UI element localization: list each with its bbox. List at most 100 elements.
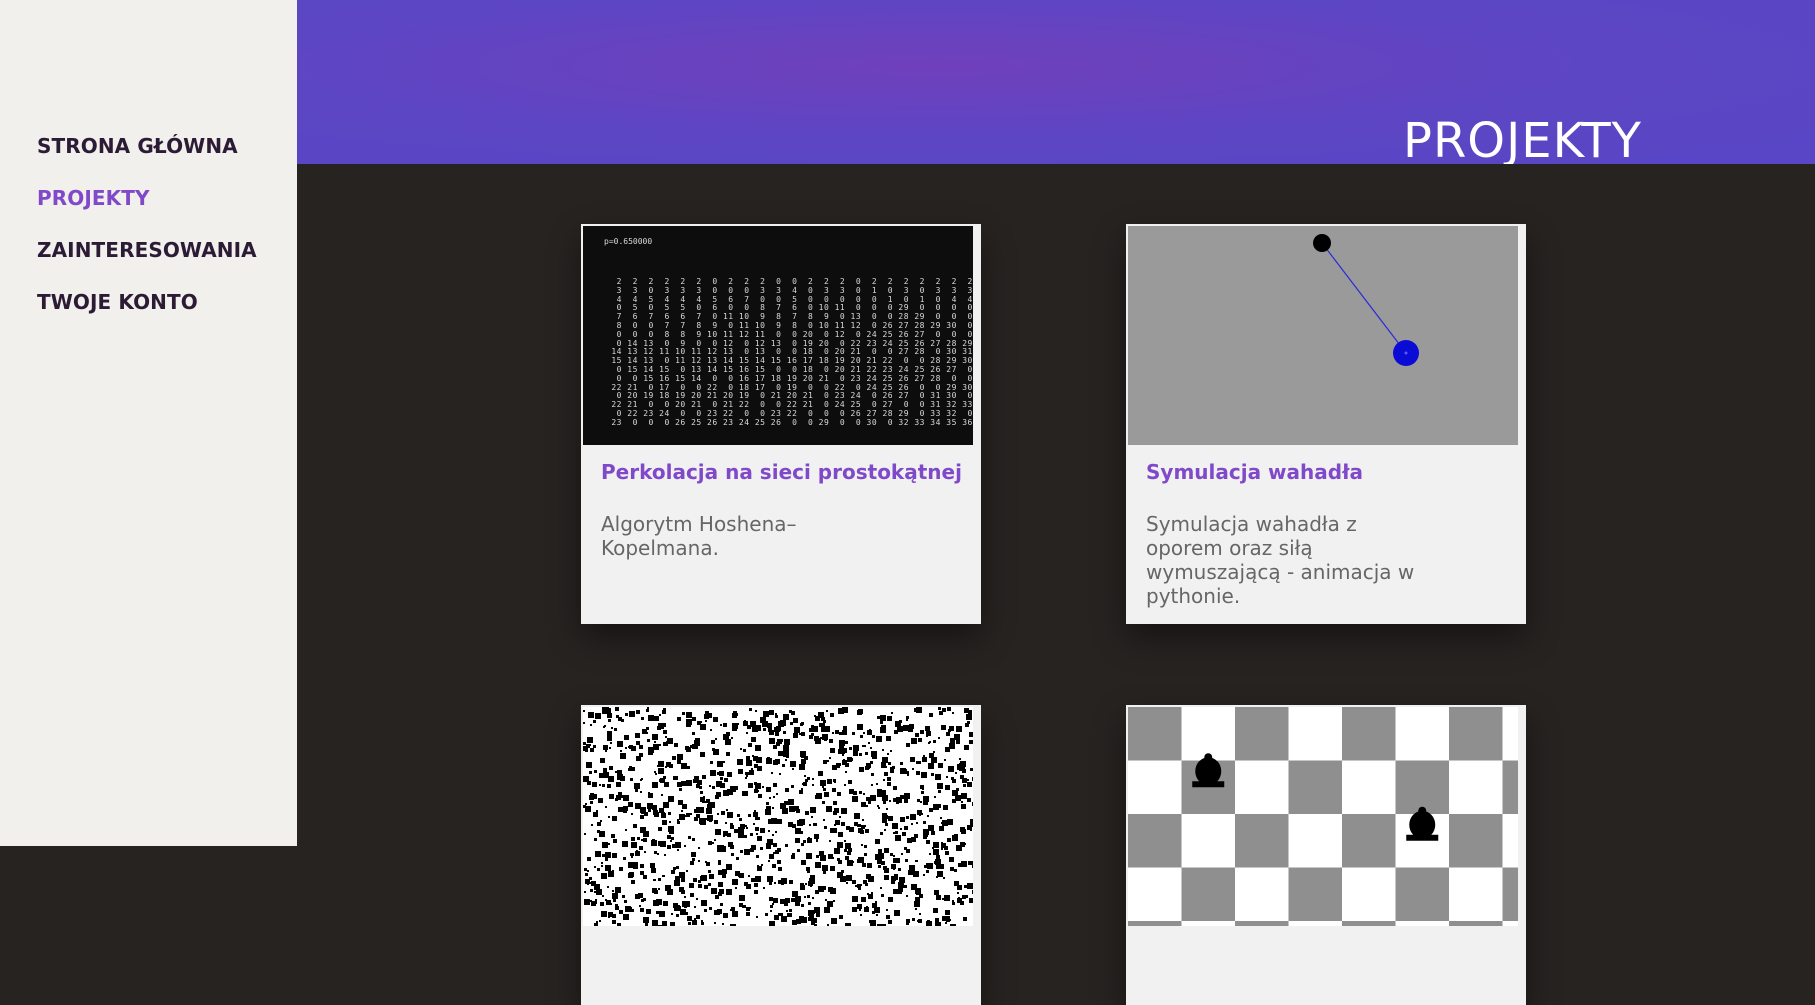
project-card-3[interactable] xyxy=(581,705,981,1005)
noise-speck xyxy=(677,849,679,851)
noise-speck xyxy=(600,902,604,906)
noise-speck xyxy=(885,766,887,768)
noise-speck xyxy=(972,802,973,806)
noise-speck xyxy=(625,747,627,749)
noise-speck xyxy=(870,761,873,764)
noise-speck xyxy=(724,778,728,782)
noise-speck xyxy=(753,756,758,761)
noise-speck xyxy=(723,831,728,836)
nav-item-projects[interactable]: PROJEKTY xyxy=(37,185,257,237)
noise-speck xyxy=(776,793,778,795)
noise-speck xyxy=(672,756,676,760)
noise-speck xyxy=(855,885,857,887)
noise-speck xyxy=(755,710,757,712)
noise-speck xyxy=(799,916,804,921)
noise-speck xyxy=(767,757,770,760)
noise-speck xyxy=(792,856,794,858)
project-card-percolation[interactable]: p=0.650000 2 2 2 2 2 2 0 2 2 2 0 0 2 2 2… xyxy=(581,224,981,624)
noise-speck xyxy=(888,920,892,924)
noise-speck xyxy=(635,733,640,738)
noise-speck xyxy=(766,802,769,805)
nav-item-account[interactable]: TWOJE KONTO xyxy=(37,289,257,341)
noise-speck xyxy=(859,791,862,794)
noise-speck xyxy=(658,878,661,881)
noise-speck xyxy=(948,766,954,772)
noise-speck xyxy=(806,867,810,871)
chess-square xyxy=(1288,707,1342,761)
noise-speck xyxy=(882,749,884,751)
project-card-pendulum[interactable]: Symulacja wahadła Symulacja wahadła z op… xyxy=(1126,224,1526,624)
noise-speck xyxy=(603,745,608,750)
noise-speck xyxy=(704,909,707,912)
noise-speck xyxy=(654,771,656,773)
noise-speck xyxy=(719,863,721,865)
noise-speck xyxy=(663,742,667,746)
noise-speck xyxy=(663,901,668,906)
noise-speck xyxy=(823,871,826,874)
noise-speck xyxy=(818,712,824,718)
noise-speck xyxy=(700,724,706,730)
noise-speck xyxy=(842,730,847,735)
noise-speck xyxy=(706,862,710,866)
noise-speck xyxy=(737,759,743,765)
noise-speck xyxy=(904,793,910,799)
noise-speck xyxy=(690,893,694,897)
noise-speck xyxy=(749,770,754,775)
noise-speck xyxy=(955,772,957,774)
noise-speck xyxy=(691,852,696,857)
noise-speck xyxy=(769,897,773,901)
chess-square xyxy=(1288,814,1342,868)
noise-speck xyxy=(664,854,666,856)
noise-speck xyxy=(767,723,772,728)
noise-speck xyxy=(920,801,922,803)
noise-speck xyxy=(698,807,704,813)
project-card-4[interactable] xyxy=(1126,705,1526,1005)
noise-speck xyxy=(829,757,831,759)
noise-speck xyxy=(865,829,869,833)
noise-speck xyxy=(841,808,847,814)
noise-speck xyxy=(877,791,883,797)
noise-speck xyxy=(739,818,742,821)
noise-speck xyxy=(677,906,681,910)
noise-speck xyxy=(640,864,644,868)
noise-speck xyxy=(645,923,648,926)
chess-square xyxy=(1128,921,1182,926)
noise-speck xyxy=(782,808,788,814)
noise-speck xyxy=(773,852,775,854)
noise-speck xyxy=(919,913,921,915)
noise-speck xyxy=(612,870,614,872)
project-title[interactable]: Perkolacja na sieci prostokątnej xyxy=(601,460,962,484)
noise-speck xyxy=(763,712,767,716)
project-title[interactable]: Symulacja wahadła xyxy=(1146,460,1363,484)
noise-speck xyxy=(899,877,905,883)
noise-speck xyxy=(643,875,647,879)
noise-speck xyxy=(906,743,910,747)
noise-speck xyxy=(646,709,649,712)
nav-item-home[interactable]: STRONA GŁÓWNA xyxy=(37,133,257,185)
noise-speck xyxy=(911,738,917,744)
noise-speck xyxy=(734,829,738,833)
noise-speck xyxy=(745,772,748,775)
noise-speck xyxy=(916,771,920,775)
nav-item-interests[interactable]: ZAINTERESOWANIA xyxy=(37,237,257,289)
noise-speck xyxy=(711,740,715,744)
noise-speck xyxy=(902,832,906,836)
noise-speck xyxy=(718,763,720,765)
noise-speck xyxy=(696,915,700,919)
noise-speck xyxy=(877,924,883,926)
noise-speck xyxy=(838,763,841,766)
chess-square xyxy=(1128,814,1182,868)
noise-speck xyxy=(732,713,737,718)
noise-speck xyxy=(859,753,862,756)
noise-speck xyxy=(728,834,730,836)
noise-speck xyxy=(841,870,844,873)
noise-speck xyxy=(827,924,829,926)
noise-speck xyxy=(717,813,719,815)
noise-speck xyxy=(696,784,700,788)
noise-speck xyxy=(718,892,722,896)
noise-speck xyxy=(656,899,662,905)
noise-speck xyxy=(868,742,870,744)
chess-square xyxy=(1128,867,1182,921)
noise-speck xyxy=(961,804,966,809)
noise-speck xyxy=(744,720,746,722)
